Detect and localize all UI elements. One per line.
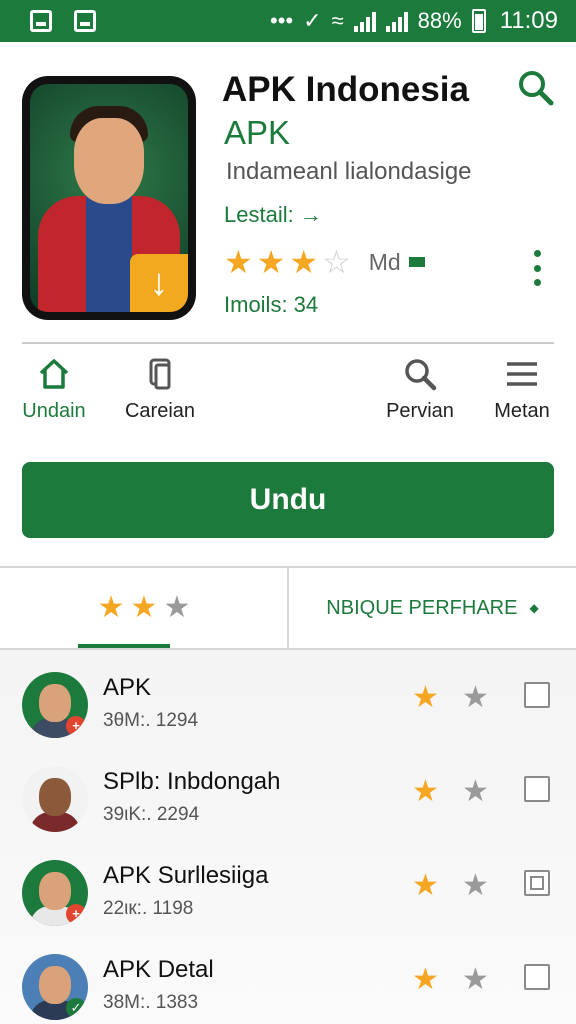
download-button[interactable]: Undu <box>22 462 554 538</box>
avatar <box>22 766 88 832</box>
list-item[interactable]: + APK Surllesiiga 22ιк:. 1198 ★ ★ <box>0 838 576 932</box>
app-title: APK Indonesia <box>222 70 469 109</box>
status-system: ••• ✓ ≈ 88% 11:09 <box>270 7 558 35</box>
download-badge-icon: ↓ <box>130 254 188 312</box>
list-item[interactable]: + APK 3θM:. 1294 ★ ★ <box>0 650 576 744</box>
status-bar: ••• ✓ ≈ 88% 11:09 <box>0 0 576 42</box>
app-icon-artwork: ↓ <box>30 84 188 312</box>
star-icon: ★ <box>97 591 125 624</box>
avatar-face <box>39 966 71 1004</box>
star-icon[interactable]: ★ <box>412 868 439 903</box>
item-title: APK Surllesiiga <box>103 862 269 889</box>
star-icon[interactable]: ★ <box>412 680 439 715</box>
battery-percent: 88% <box>417 8 462 33</box>
nav-item-pervian[interactable]: Pervian <box>384 356 456 436</box>
star-icon[interactable]: ★ <box>462 962 489 997</box>
app-installs: Imoils: 34 <box>224 292 319 317</box>
nav-label: Undain <box>22 400 86 422</box>
nav-label: Pervian <box>386 400 454 422</box>
avatar-face <box>39 778 71 816</box>
app-rating: ★ ★ ★ ☆ Md <box>224 246 425 278</box>
badge-icon: + <box>66 904 86 924</box>
checkbox[interactable] <box>524 682 550 708</box>
more-dots-icon: ••• <box>270 8 294 33</box>
rating-indicator <box>408 257 425 267</box>
avatar: + <box>22 860 88 926</box>
wifi-icon: ≈ <box>331 8 344 33</box>
kebab-dot <box>533 279 541 286</box>
bluetooth-icon: ✓ <box>303 8 322 33</box>
rating-filter-tab[interactable]: ★ ★ ★ <box>0 568 288 648</box>
star-outline-icon: ☆ <box>322 244 351 280</box>
item-meta: 22ιк:. 1198 <box>103 898 194 919</box>
app-icon[interactable]: ↓ <box>22 76 196 320</box>
avatar-face <box>39 872 71 910</box>
sort-label: NBIQUE PERFHARE <box>326 596 518 619</box>
app-header: ↓ APK Indonesia APK Indameanl lialondasi… <box>0 42 576 342</box>
chevron-down-icon: ◆ <box>529 601 539 615</box>
notification-icon <box>30 10 52 32</box>
star-icon[interactable]: ★ <box>462 774 489 809</box>
signal-icon-2 <box>385 10 408 32</box>
status-notifications <box>30 10 96 32</box>
checkbox[interactable] <box>524 776 550 802</box>
copy-icon <box>142 356 178 392</box>
star-icon: ★ <box>256 244 286 280</box>
clock: 11:09 <box>499 7 558 34</box>
nav-label: Metan <box>494 400 550 422</box>
battery-icon <box>471 9 486 33</box>
nav-item-careian[interactable]: Careian <box>122 356 198 436</box>
image-icon <box>74 10 96 32</box>
active-tab-indicator <box>78 644 170 648</box>
item-title: APK Detal <box>103 956 214 983</box>
sort-dropdown[interactable]: NBIQUE PERFHARE ◆ <box>289 568 576 648</box>
avatar-face <box>39 684 71 722</box>
app-list: + APK 3θM:. 1294 ★ ★ SPlb: Inbdongah 39ι… <box>0 650 576 1024</box>
avatar: ✓ <box>22 954 88 1020</box>
avatar: + <box>22 672 88 738</box>
star-icon[interactable]: ★ <box>412 962 439 997</box>
more-options-button[interactable] <box>530 250 544 286</box>
app-detail-link[interactable]: Lestail: → <box>224 202 322 228</box>
checkbox[interactable] <box>524 870 550 896</box>
star-icon[interactable]: ★ <box>412 774 439 809</box>
menu-icon <box>504 356 540 392</box>
star-icon: ★ <box>163 591 191 624</box>
kebab-dot <box>533 264 541 272</box>
item-title: SPlb: Inbdongah <box>103 768 281 795</box>
kebab-dot <box>533 250 541 257</box>
app-subtitle: APK <box>224 114 291 151</box>
star-icon: ★ <box>130 591 158 624</box>
star-icon[interactable]: ★ <box>462 680 489 715</box>
app-icon-shirt <box>86 196 132 312</box>
nav-item-undain[interactable]: Undain <box>18 356 90 436</box>
list-item[interactable]: ✓ APK Detal 38M:. 1383 ★ ★ <box>0 932 576 1024</box>
header-divider <box>22 342 554 344</box>
nav-label: Careian <box>124 400 196 422</box>
list-item[interactable]: SPlb: Inbdongah 39ιK:. 2294 ★ ★ <box>0 744 576 838</box>
item-title: APK <box>103 674 152 701</box>
search-button[interactable] <box>516 68 556 108</box>
item-meta: 3θM:. 1294 <box>103 710 199 731</box>
review-tabs: ★ ★ ★ NBIQUE PERFHARE ◆ <box>0 566 576 650</box>
search-icon <box>519 71 554 106</box>
star-icon[interactable]: ★ <box>462 868 489 903</box>
search-icon <box>402 356 438 392</box>
star-icon: ★ <box>289 244 319 280</box>
nav-item-metan[interactable]: Metan <box>490 356 554 436</box>
item-meta: 38M:. 1383 <box>103 992 199 1013</box>
rating-label: Md <box>368 248 401 275</box>
action-nav: Undain Careian Pervian Metan <box>0 356 576 436</box>
badge-icon: + <box>66 716 86 736</box>
signal-icon <box>353 10 376 32</box>
checkbox[interactable] <box>524 964 550 990</box>
home-icon <box>36 356 72 392</box>
star-icon: ★ <box>224 244 253 280</box>
item-meta: 39ιK:. 2294 <box>103 804 200 825</box>
badge-icon: ✓ <box>66 998 86 1018</box>
app-icon-face <box>74 118 144 204</box>
app-description: Indameanl lialondasige <box>226 158 472 185</box>
